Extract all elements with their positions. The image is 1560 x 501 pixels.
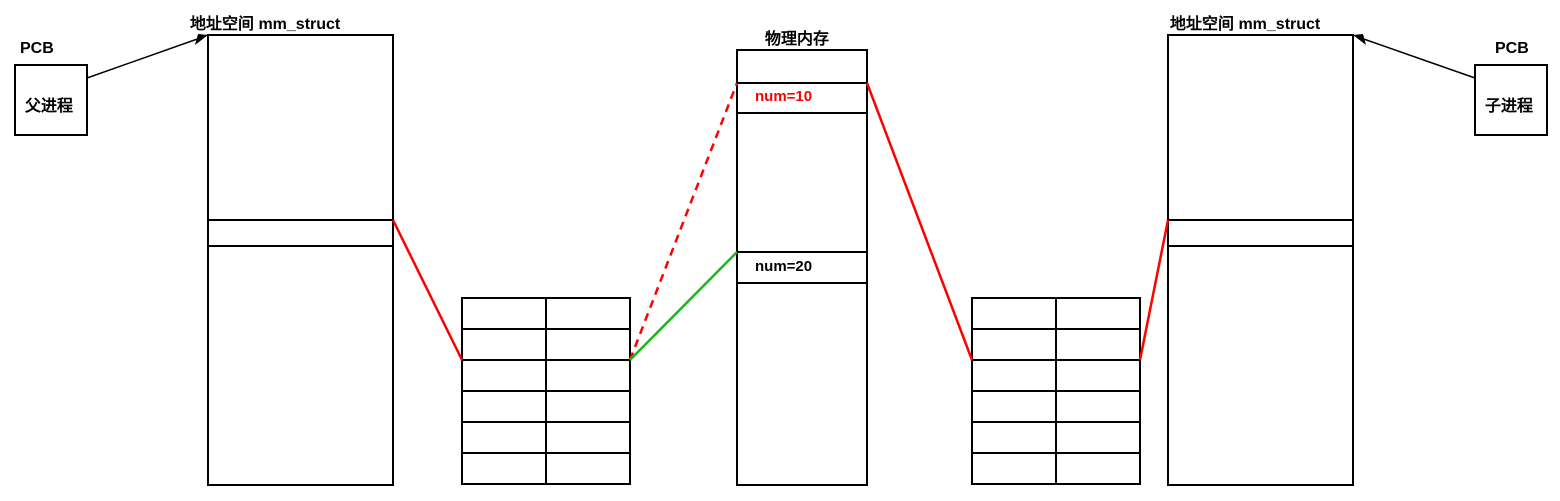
- physical-memory-title: 物理内存: [765, 25, 829, 49]
- num20-label: num=20: [755, 258, 812, 275]
- addr-space-right-box: [1168, 35, 1353, 485]
- arrow-pcb-right-head: [1353, 34, 1366, 45]
- pcb-left-content: 父进程: [25, 92, 73, 116]
- arrow-pcb-right-line: [1358, 37, 1475, 78]
- arrow-pcb-left-line: [87, 37, 203, 78]
- red-dashed-line: [630, 83, 737, 360]
- red-line-left-to-pagetable: [393, 220, 462, 360]
- page-table-right: [972, 298, 1140, 484]
- addr-space-left-box: [208, 35, 393, 485]
- red-line-phys-to-pagetable-right: [867, 83, 972, 360]
- num10-label: num=10: [755, 88, 812, 105]
- pcb-right-content: 子进程: [1485, 92, 1533, 116]
- diagram-svg: [0, 0, 1560, 501]
- page-table-left: [462, 298, 630, 484]
- pcb-left-title: PCB: [20, 40, 54, 58]
- green-line: [630, 252, 737, 360]
- addr-space-right-title: 地址空间 mm_struct: [1170, 10, 1320, 34]
- pcb-right-title: PCB: [1495, 40, 1529, 58]
- arrow-pcb-left-head: [195, 34, 208, 45]
- red-line-pagetable-to-addr-right: [1140, 220, 1168, 360]
- addr-space-left-title: 地址空间 mm_struct: [190, 10, 340, 34]
